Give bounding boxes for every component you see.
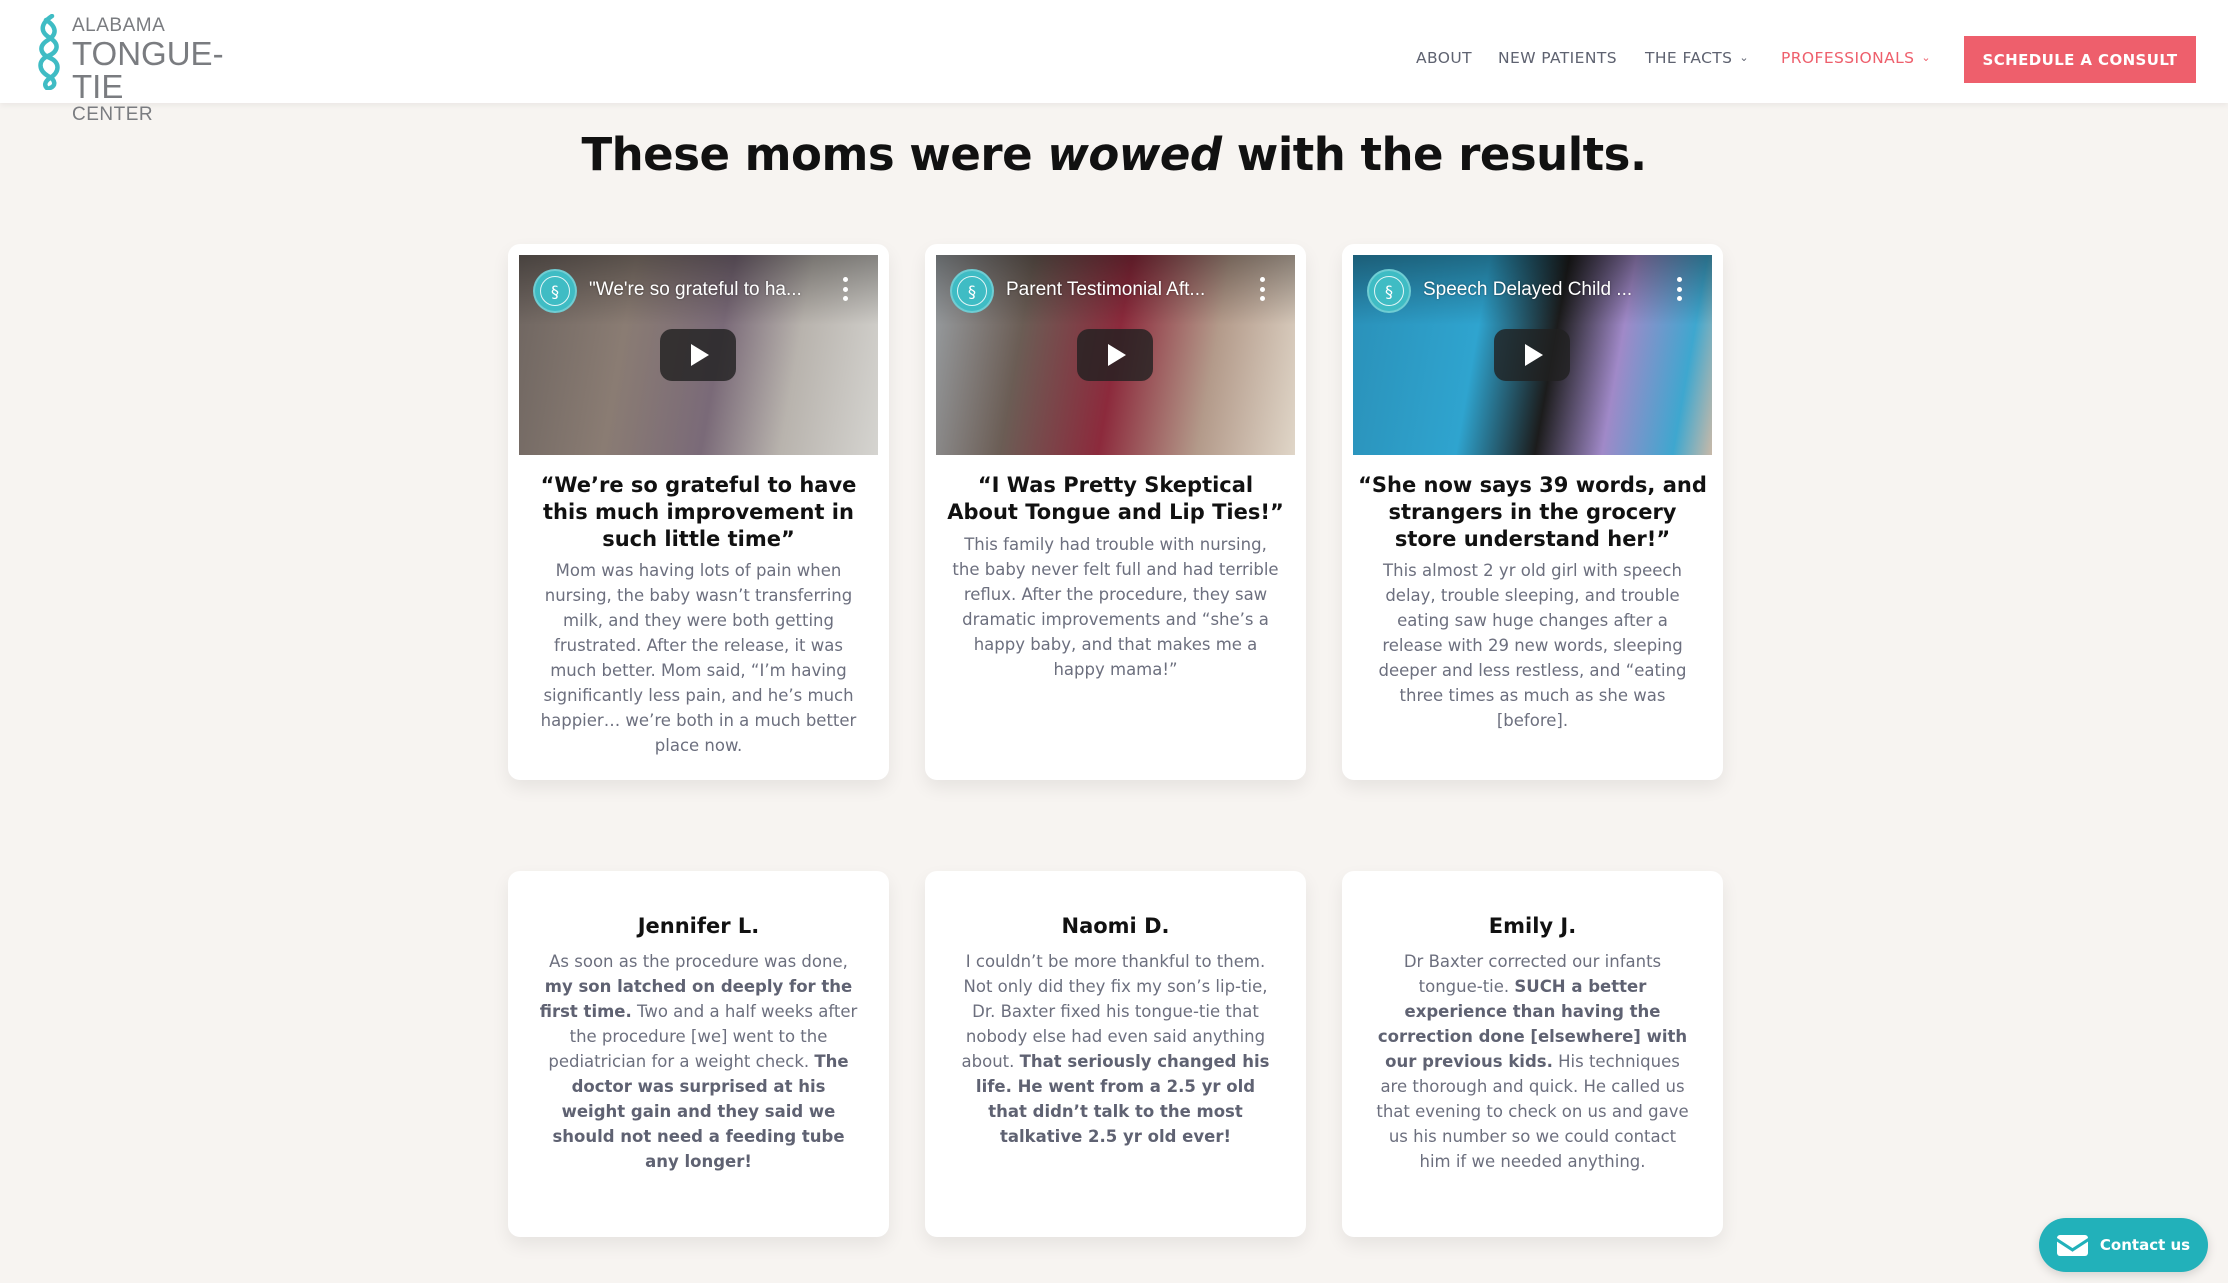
logo-line-center: CENTER [72,104,154,125]
reviewer-name: Naomi D. [1061,914,1170,938]
channel-avatar-icon[interactable]: § [950,269,994,313]
logo-line-alabama: ALABAMA [72,15,166,36]
headline-after: with the results. [1221,128,1647,181]
chevron-down-icon: ⌄ [1921,50,1931,64]
section-headline: These moms were wowed with the results. [0,128,2228,181]
channel-avatar-icon[interactable]: § [533,269,577,313]
video-embed[interactable]: § "We're so grateful to ha... [519,255,878,455]
reviewer-name: Jennifer L. [637,914,760,938]
site-header: ALABAMA TONGUE-TIE CENTER ABOUT NEW PATI… [0,0,2228,124]
video-title[interactable]: Parent Testimonial Aft... [1006,279,1246,301]
review-card: Emily J. Dr Baxter corrected our infants… [1342,871,1723,1237]
channel-avatar-icon[interactable]: § [1367,269,1411,313]
chevron-down-icon: ⌄ [1739,50,1750,64]
more-options-icon[interactable] [1259,277,1265,301]
video-embed[interactable]: § Speech Delayed Child ... [1353,255,1712,455]
video-testimonial-card: § Speech Delayed Child ... “She now says… [1342,244,1723,780]
review-body: As soon as the procedure was done, my so… [538,949,859,1174]
more-options-icon[interactable] [842,277,848,301]
headline-emphasis: wowed [1047,128,1222,181]
reviewer-name: Emily J. [1488,914,1577,938]
more-options-icon[interactable] [1676,277,1682,301]
review-text: As soon as the procedure was done, [549,952,848,971]
video-embed[interactable]: § Parent Testimonial Aft... [936,255,1295,455]
nav-item-professionals[interactable]: PROFESSIONALS ⌄ [1781,49,1931,67]
review-card: Naomi D. I couldn’t be more thankful to … [925,871,1306,1237]
nav-item-label: THE FACTS [1645,49,1733,67]
video-title[interactable]: "We're so grateful to ha... [589,279,829,301]
review-highlight: That seriously changed his life. He went… [975,1052,1270,1146]
testimonial-title: “She now says 39 words, and strangers in… [1358,473,1707,551]
video-title[interactable]: Speech Delayed Child ... [1423,279,1663,301]
testimonial-body: This almost 2 yr old girl with speech de… [1378,561,1687,730]
tongue-tie-knot-icon [38,14,60,90]
review-body: Dr Baxter corrected our infants tongue-t… [1372,949,1693,1174]
nav-item-label: ABOUT [1416,49,1472,67]
nav-item-about[interactable]: ABOUT [1416,49,1472,67]
testimonial-title: “I Was Pretty Skeptical About Tongue and… [947,473,1284,524]
testimonial-body: This family had trouble with nursing, th… [952,535,1279,679]
site-logo[interactable]: ALABAMA TONGUE-TIE CENTER [36,14,266,124]
logo-wordmark: ALABAMA TONGUE-TIE CENTER [72,16,266,124]
contact-us-label: Contact us [2099,1236,2191,1254]
testimonial-title: “We’re so grateful to have this much imp… [540,473,857,551]
nav-item-label: PROFESSIONALS [1781,49,1915,67]
review-body: I couldn’t be more thankful to them. Not… [955,949,1276,1149]
play-icon[interactable] [1077,329,1153,381]
schedule-consult-button[interactable]: SCHEDULE A CONSULT [1964,36,2196,83]
video-testimonial-card: § Parent Testimonial Aft... “I Was Prett… [925,244,1306,780]
play-icon[interactable] [1494,329,1570,381]
review-card: Jennifer L. As soon as the procedure was… [508,871,889,1237]
headline-before: These moms were [581,128,1048,181]
testimonial-body: Mom was having lots of pain when nursing… [540,561,857,755]
nav-item-label: NEW PATIENTS [1498,49,1617,67]
nav-item-the-facts[interactable]: THE FACTS ⌄ [1645,49,1749,67]
contact-us-button[interactable]: Contact us [2039,1218,2208,1272]
nav-item-new-patients[interactable]: NEW PATIENTS [1498,49,1617,67]
video-testimonial-card: § "We're so grateful to ha... “We’re so … [508,244,889,780]
mail-icon [2056,1234,2088,1256]
logo-line-tongue-tie: TONGUE-TIE [72,35,224,105]
play-icon[interactable] [660,329,736,381]
